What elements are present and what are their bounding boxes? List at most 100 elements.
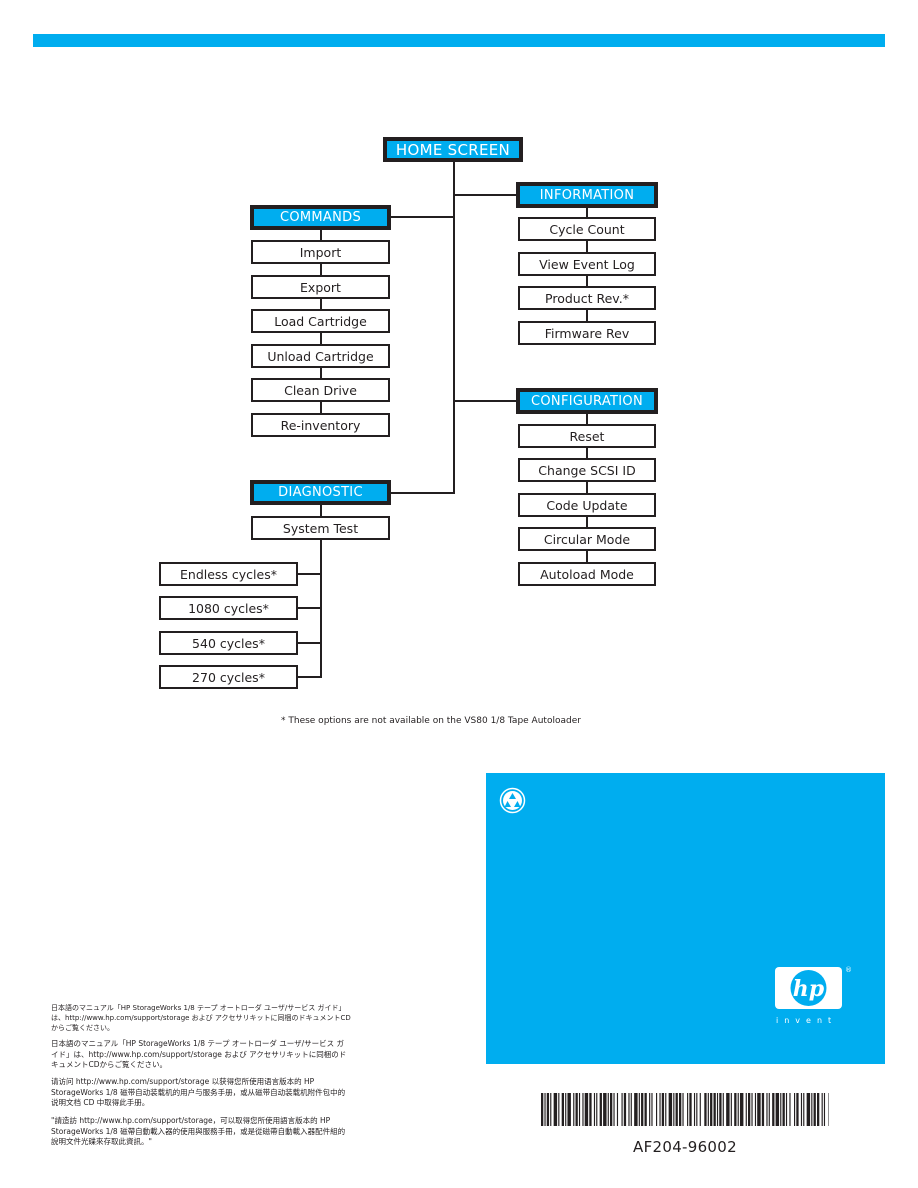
commands-item-export: Export — [251, 275, 390, 299]
barcode-bar — [785, 1093, 788, 1126]
barcode-bar — [775, 1093, 780, 1126]
barcode-bar — [544, 1093, 546, 1126]
barcode-bar — [649, 1093, 651, 1126]
barcode-bar — [541, 1093, 544, 1126]
connector-line — [298, 573, 321, 575]
barcode-bar — [828, 1093, 829, 1126]
information-item-product-rev: Product Rev.* — [518, 286, 656, 310]
traditional-chinese-note: "請造訪 http://www.hp.com/support/storage，可… — [51, 1116, 346, 1146]
barcode-bar — [656, 1093, 658, 1126]
barcode-bar — [682, 1093, 684, 1126]
footnote: * These options are not available on the… — [281, 716, 581, 726]
barcode-bar — [573, 1093, 575, 1126]
barcode-bar — [596, 1093, 598, 1126]
connector-line — [298, 607, 321, 609]
barcode-bar — [782, 1093, 785, 1126]
barcode-bar — [811, 1093, 813, 1126]
invent-tagline: invent — [776, 1016, 838, 1025]
barcode-bar — [761, 1093, 765, 1126]
barcode-bar — [673, 1093, 675, 1126]
configuration-node: CONFIGURATION — [516, 388, 658, 414]
commands-item-clean-drive: Clean Drive — [251, 378, 390, 402]
barcode-bar — [737, 1093, 739, 1126]
simplified-chinese-note: 请访问 http://www.hp.com/support/storage 以获… — [51, 1077, 346, 1107]
commands-item-re-inventory: Re-inventory — [251, 413, 390, 437]
configuration-item-reset: Reset — [518, 424, 656, 448]
barcode-bar — [751, 1093, 753, 1126]
barcode-bar — [823, 1093, 826, 1126]
connector-line — [391, 492, 455, 494]
information-item-cycle-count: Cycle Count — [518, 217, 656, 241]
barcode-bar — [772, 1093, 775, 1126]
barcode-bar — [719, 1093, 722, 1126]
diagnostic-node: DIAGNOSTIC — [250, 480, 391, 505]
barcode-bar — [693, 1093, 696, 1126]
barcode-bar — [768, 1093, 770, 1126]
barcode-bar — [578, 1093, 581, 1126]
barcode-bar — [722, 1093, 724, 1126]
barcode-bar — [687, 1093, 689, 1126]
connector-line — [298, 642, 321, 644]
barcode-bar — [661, 1093, 665, 1126]
barcode-bar — [757, 1093, 761, 1126]
barcode-bar — [726, 1093, 730, 1126]
barcode-bar — [800, 1093, 803, 1126]
barcode-bar — [553, 1093, 558, 1126]
configuration-item-circular-mode: Circular Mode — [518, 527, 656, 551]
barcode-bar — [734, 1093, 737, 1126]
barcode-bar — [817, 1093, 820, 1126]
barcode-bar — [707, 1093, 709, 1126]
barcode-bar — [679, 1093, 682, 1126]
barcode-bar — [638, 1093, 640, 1126]
barcode-bar — [641, 1093, 644, 1126]
barcode-bar — [748, 1093, 751, 1126]
barcode-bar — [754, 1093, 757, 1126]
barcode-bar — [713, 1093, 716, 1126]
barcode-bar — [806, 1093, 811, 1126]
commands-item-unload-cartridge: Unload Cartridge — [251, 344, 390, 368]
barcode-bar — [796, 1093, 799, 1126]
barcode-bar — [699, 1093, 701, 1126]
barcode-bar — [813, 1093, 816, 1126]
barcode-bar — [623, 1093, 627, 1126]
configuration-item-code-update: Code Update — [518, 493, 656, 517]
information-node: INFORMATION — [516, 182, 658, 208]
barcode-bar — [630, 1093, 632, 1126]
connector-line — [391, 216, 454, 218]
barcode-bar — [659, 1093, 661, 1126]
barcode-bar — [607, 1093, 609, 1126]
barcode-bar — [550, 1093, 552, 1126]
barcode-bar — [689, 1093, 692, 1126]
barcode-bar — [803, 1093, 805, 1126]
barcode-bar — [610, 1093, 613, 1126]
information-item-firmware-rev: Firmware Rev — [518, 321, 656, 345]
japanese-note-small: 日本語のマニュアル「HP StorageWorks 1/8 テープ オートローダ… — [51, 1004, 351, 1032]
configuration-item-autoload-mode: Autoload Mode — [518, 562, 656, 586]
barcode-bar — [582, 1093, 584, 1126]
barcode-bar — [575, 1093, 578, 1126]
barcode-bar — [710, 1093, 713, 1126]
connector-line — [298, 676, 321, 678]
barcode-bar — [794, 1093, 796, 1126]
recycle-icon — [499, 787, 526, 814]
barcode — [541, 1093, 829, 1126]
commands-item-import: Import — [251, 240, 390, 264]
barcode-bar — [589, 1093, 592, 1126]
barcode-bar — [593, 1093, 596, 1126]
barcode-bar — [644, 1093, 647, 1126]
barcode-bar — [704, 1093, 707, 1126]
barcode-bar — [766, 1093, 768, 1126]
connector-line — [320, 540, 322, 678]
barcode-bar — [613, 1093, 615, 1126]
barcode-bar — [665, 1093, 667, 1126]
barcode-bar — [599, 1093, 602, 1126]
barcode-bar — [621, 1093, 623, 1126]
registered-mark: ® — [845, 966, 852, 974]
hp-logo: hp — [775, 967, 842, 1009]
japanese-note: 日本語のマニュアル「HP StorageWorks 1/8 テープ オートローダ… — [51, 1039, 347, 1069]
barcode-bar — [716, 1093, 719, 1126]
configuration-item-change-scsi-id: Change SCSI ID — [518, 458, 656, 482]
information-item-view-event-log: View Event Log — [518, 252, 656, 276]
barcode-bar — [821, 1093, 823, 1126]
barcode-bar — [780, 1093, 782, 1126]
